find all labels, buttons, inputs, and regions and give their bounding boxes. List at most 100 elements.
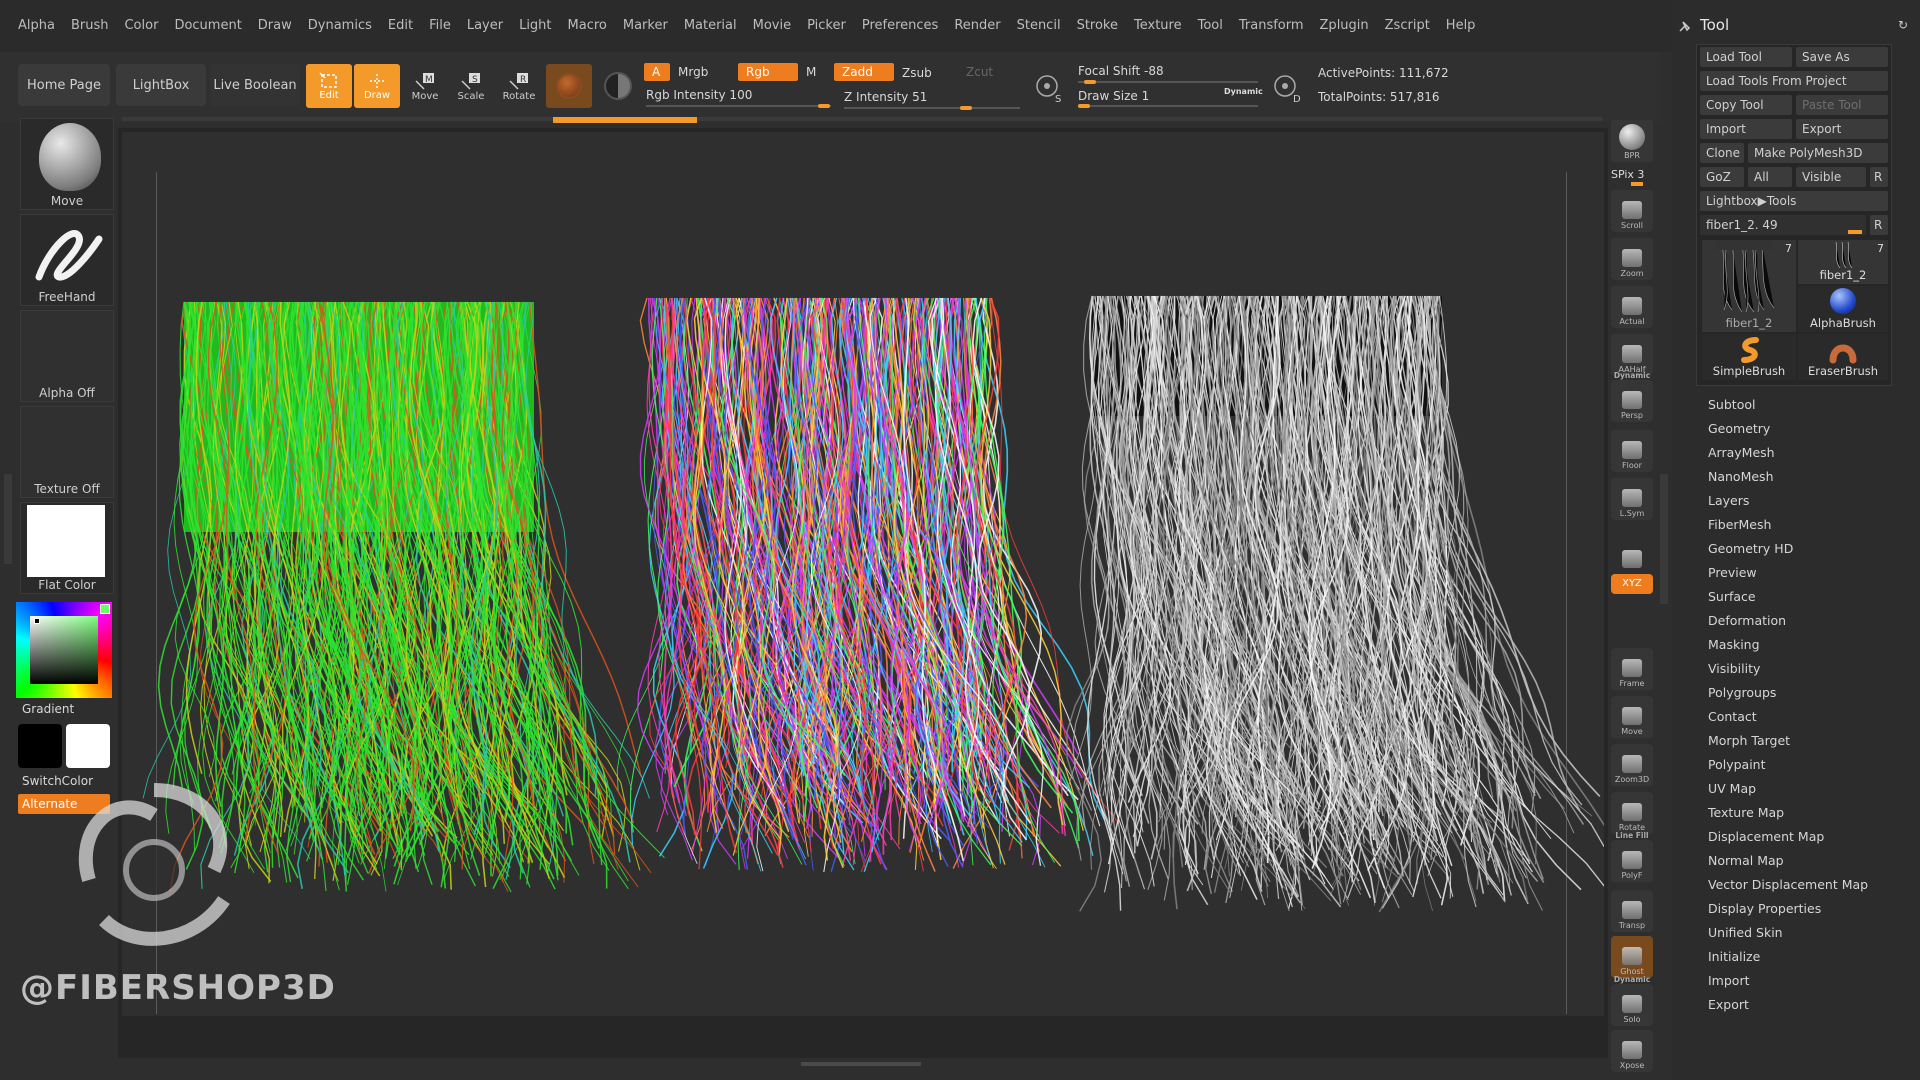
- copy-tool-button[interactable]: Copy Tool: [1700, 95, 1792, 115]
- subpalette-preview[interactable]: Preview: [1672, 561, 1920, 585]
- zoom-button[interactable]: Zoom: [1611, 238, 1653, 280]
- menu-item[interactable]: Render: [946, 16, 1008, 36]
- polyf-button[interactable]: Line Fill PolyF: [1611, 831, 1653, 882]
- menu-item[interactable]: Picker: [799, 16, 854, 36]
- zsub-toggle[interactable]: Zsub: [902, 66, 932, 80]
- subpalette-geometry[interactable]: Geometry: [1672, 417, 1920, 441]
- document-canvas[interactable]: [122, 132, 1604, 1016]
- export-button[interactable]: Export: [1796, 119, 1888, 139]
- subpalette-import[interactable]: Import: [1672, 969, 1920, 993]
- menu-item[interactable]: Texture: [1126, 16, 1190, 36]
- load-tool-button[interactable]: Load Tool: [1700, 47, 1792, 67]
- xpose-button[interactable]: Xpose: [1611, 1030, 1653, 1072]
- subpalette-export[interactable]: Export: [1672, 993, 1920, 1017]
- clone-button[interactable]: Clone: [1700, 143, 1744, 163]
- subpalette-deformation[interactable]: Deformation: [1672, 609, 1920, 633]
- menu-item[interactable]: Document: [166, 16, 249, 36]
- ghost-button[interactable]: Ghost: [1611, 936, 1653, 978]
- subpalette-unified-skin[interactable]: Unified Skin: [1672, 921, 1920, 945]
- zcut-toggle[interactable]: Zcut: [966, 65, 993, 79]
- lock-button[interactable]: [1611, 530, 1653, 572]
- subpalette-fibermesh[interactable]: FiberMesh: [1672, 513, 1920, 537]
- color-picker[interactable]: [16, 602, 112, 698]
- subpalette-subtool[interactable]: Subtool: [1672, 393, 1920, 417]
- edit-button[interactable]: Edit: [306, 64, 352, 108]
- goz-r-button[interactable]: R: [1870, 167, 1888, 187]
- zoom3d-button[interactable]: Zoom3D: [1611, 744, 1653, 786]
- texture-button[interactable]: Texture Off: [20, 406, 114, 498]
- tool-thumb-simplebrush[interactable]: SimpleBrush: [1702, 334, 1796, 380]
- menu-item[interactable]: File: [421, 16, 459, 36]
- goz-visible-button[interactable]: Visible: [1796, 167, 1866, 187]
- subpalette-masking[interactable]: Masking: [1672, 633, 1920, 657]
- rgb-intensity-slider[interactable]: Rgb Intensity 100: [646, 88, 752, 102]
- move-button[interactable]: M Move: [402, 64, 448, 108]
- menu-item[interactable]: Movie: [745, 16, 799, 36]
- z-intensity-knob[interactable]: [960, 106, 972, 110]
- lightbox-button[interactable]: LightBox: [116, 64, 206, 106]
- subpalette-arraymesh[interactable]: ArrayMesh: [1672, 441, 1920, 465]
- draw-button[interactable]: Draw: [354, 64, 400, 108]
- m-toggle[interactable]: M: [806, 65, 816, 79]
- focal-shift-slider[interactable]: Focal Shift -88: [1078, 64, 1164, 78]
- mrgb-toggle[interactable]: Mrgb: [678, 65, 708, 79]
- rgb-intensity-knob[interactable]: [818, 104, 830, 108]
- bpr-button[interactable]: BPR: [1611, 120, 1653, 162]
- subpalette-vector-displacement-map[interactable]: Vector Displacement Map: [1672, 873, 1920, 897]
- solo-button[interactable]: Dynamic Solo: [1611, 975, 1653, 1026]
- subpalette-geometry-hd[interactable]: Geometry HD: [1672, 537, 1920, 561]
- subpalette-polygroups[interactable]: Polygroups: [1672, 681, 1920, 705]
- saturation-square[interactable]: [30, 616, 98, 684]
- subpalette-polypaint[interactable]: Polypaint: [1672, 753, 1920, 777]
- tool-pin-icon[interactable]: [1678, 18, 1692, 32]
- floor-button[interactable]: Floor: [1611, 430, 1653, 472]
- persp-button[interactable]: Dynamic Persp: [1611, 371, 1653, 422]
- subpalette-uv-map[interactable]: UV Map: [1672, 777, 1920, 801]
- subpalette-morph-target[interactable]: Morph Target: [1672, 729, 1920, 753]
- current-tool-knob[interactable]: [1848, 230, 1862, 234]
- timeline-marker[interactable]: [553, 117, 697, 123]
- draw-size-lock[interactable]: D: [1272, 66, 1302, 106]
- color-picker-button[interactable]: [598, 64, 638, 108]
- menu-item[interactable]: Tool: [1190, 16, 1231, 36]
- menu-item[interactable]: Transform: [1231, 16, 1312, 36]
- tool-thumb-eraserbrush[interactable]: EraserBrush: [1798, 334, 1888, 380]
- subpalette-normal-map[interactable]: Normal Map: [1672, 849, 1920, 873]
- dynamic-toggle[interactable]: Dynamic: [1224, 87, 1263, 96]
- a-toggle[interactable]: A: [644, 63, 670, 81]
- z-intensity-slider[interactable]: Z Intensity 51: [844, 90, 927, 104]
- menu-item[interactable]: Draw: [250, 16, 300, 36]
- material-swatch-button[interactable]: Flat Color: [20, 502, 114, 594]
- goz-all-button[interactable]: All: [1748, 167, 1792, 187]
- import-button[interactable]: Import: [1700, 119, 1792, 139]
- brush-button[interactable]: Move: [20, 118, 114, 210]
- save-as-button[interactable]: Save As: [1796, 47, 1888, 67]
- menu-item[interactable]: Alpha: [10, 16, 63, 36]
- tool-thumb-fiber-small[interactable]: 7 fiber1_2: [1798, 240, 1888, 284]
- tool-thumb-alphabrush[interactable]: AlphaBrush: [1798, 286, 1888, 332]
- secondary-color-swatch[interactable]: [66, 724, 110, 768]
- stroke-button[interactable]: FreeHand: [20, 214, 114, 306]
- tool-thumb-fiber-main[interactable]: 7 fiber1_2: [1702, 240, 1796, 332]
- home-page-button[interactable]: Home Page: [18, 64, 110, 106]
- menu-item[interactable]: Edit: [380, 16, 421, 36]
- material-button[interactable]: [546, 64, 592, 108]
- subpalette-nanomesh[interactable]: NanoMesh: [1672, 465, 1920, 489]
- current-tool-slider[interactable]: fiber1_2. 49: [1700, 215, 1866, 235]
- rotate-button[interactable]: R Rotate: [496, 64, 542, 108]
- subpalette-texture-map[interactable]: Texture Map: [1672, 801, 1920, 825]
- menu-item[interactable]: Layer: [459, 16, 511, 36]
- load-tools-from-project-button[interactable]: Load Tools From Project: [1700, 71, 1888, 91]
- subpalette-displacement-map[interactable]: Displacement Map: [1672, 825, 1920, 849]
- paste-tool-button[interactable]: Paste Tool: [1796, 95, 1888, 115]
- rotate-button[interactable]: Rotate: [1611, 792, 1653, 834]
- focal-shift-knob[interactable]: [1084, 80, 1096, 84]
- spix-slider[interactable]: SPix 3: [1611, 168, 1653, 186]
- right-tray-handle[interactable]: [1660, 474, 1668, 604]
- left-tray-handle[interactable]: [4, 474, 12, 564]
- transp-button[interactable]: Transp: [1611, 890, 1653, 932]
- menu-item[interactable]: Material: [676, 16, 745, 36]
- refresh-icon[interactable]: ↻: [1898, 18, 1908, 32]
- menu-item[interactable]: Help: [1438, 16, 1484, 36]
- rgb-toggle[interactable]: Rgb: [738, 63, 798, 81]
